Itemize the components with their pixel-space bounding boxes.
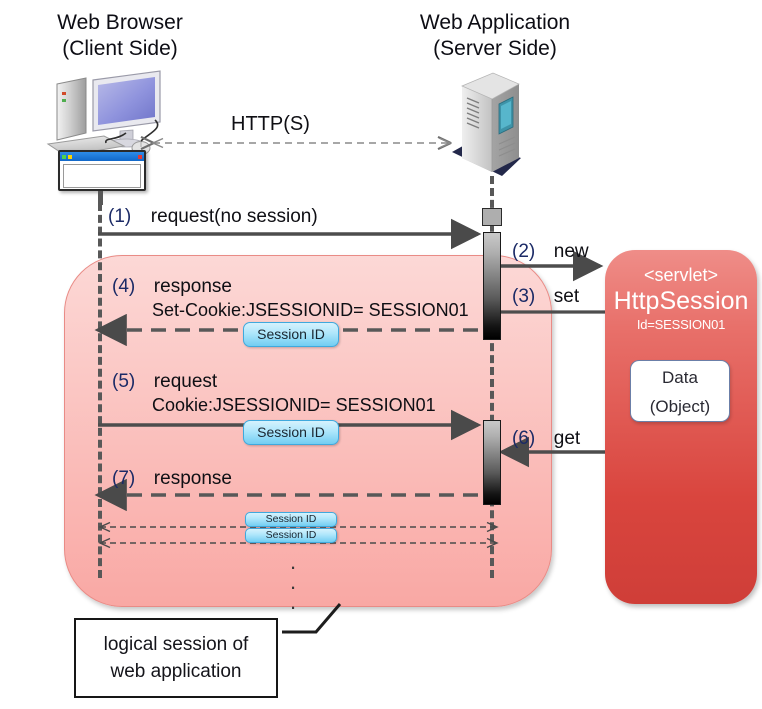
close-dot-icon bbox=[138, 154, 142, 159]
session-data-object[interactable]: Data (Object) bbox=[630, 360, 730, 422]
message-text-1: request(no session) bbox=[150, 206, 318, 227]
message-number-4: (4) bbox=[112, 276, 136, 297]
httpsession-id: Id=SESSION01 bbox=[636, 317, 726, 332]
message-label-1: (1) request(no session) bbox=[108, 205, 318, 229]
browser-stand bbox=[98, 191, 103, 205]
caption-line1: logical session of bbox=[103, 634, 249, 655]
message-label-6: (6) get bbox=[512, 427, 580, 451]
yellow-dot-icon bbox=[68, 154, 72, 159]
session-id-badge-repeat-1[interactable]: Session ID bbox=[245, 528, 337, 543]
message-sublabel-4: Set-Cookie:JSESSIONID= SESSION01 bbox=[152, 300, 469, 320]
activation-bar-second bbox=[483, 420, 501, 505]
protocol-label: HTTP(S) bbox=[231, 113, 310, 135]
desktop-computer-icon bbox=[46, 70, 161, 157]
data-object-line2: (Object) bbox=[649, 397, 711, 416]
dot-3: . bbox=[289, 589, 297, 614]
message-text-3: set bbox=[553, 286, 580, 307]
message-number-3: (3) bbox=[512, 286, 536, 307]
httpsession-stereotype: <servlet> bbox=[643, 265, 719, 285]
httpsession-object[interactable]: <servlet> HttpSession Id=SESSION01 bbox=[605, 250, 757, 604]
session-id-badge-5[interactable]: Session ID bbox=[243, 420, 339, 445]
caption-line2: web application bbox=[110, 661, 242, 682]
green-dot-icon bbox=[62, 154, 66, 159]
message-sublabel-5: Cookie:JSESSIONID= SESSION01 bbox=[152, 395, 436, 415]
message-number-5: (5) bbox=[112, 371, 136, 392]
message-text-5: request bbox=[153, 371, 218, 392]
message-label-4: (4) response bbox=[112, 275, 232, 299]
server-lifeline-stub bbox=[482, 208, 502, 226]
message-text-2: new bbox=[553, 241, 589, 262]
message-label-7: (7) response bbox=[112, 467, 232, 491]
session-id-badge-7[interactable]: Session ID bbox=[245, 512, 337, 527]
server-icon bbox=[452, 72, 521, 176]
continuation-dots: . . . bbox=[275, 551, 311, 614]
message-label-3: (3) set bbox=[512, 285, 579, 309]
session-id-badge-4[interactable]: Session ID bbox=[243, 322, 339, 347]
message-text-4: response bbox=[153, 276, 232, 297]
data-object-line1: Data bbox=[662, 368, 698, 387]
activation-bar-first bbox=[483, 232, 501, 340]
browser-page-area bbox=[63, 164, 141, 188]
message-number-7: (7) bbox=[112, 468, 136, 489]
httpsession-name: HttpSession bbox=[613, 287, 749, 315]
message-label-2: (2) new bbox=[512, 240, 589, 264]
message-label-5: (5) request bbox=[112, 370, 217, 394]
browser-titlebar bbox=[60, 152, 144, 161]
message-number-2: (2) bbox=[512, 241, 536, 262]
diagram-canvas: <servlet> HttpSession Id=SESSION01 Data … bbox=[0, 0, 762, 709]
caption-logical-session: logical session of web application bbox=[74, 618, 278, 698]
browser-titlebar-left-dots bbox=[62, 154, 72, 159]
message-number-6: (6) bbox=[512, 428, 536, 449]
message-number-1: (1) bbox=[108, 206, 132, 227]
message-text-7: response bbox=[153, 468, 232, 489]
message-text-6: get bbox=[553, 428, 581, 449]
browser-window-icon[interactable] bbox=[58, 150, 146, 191]
